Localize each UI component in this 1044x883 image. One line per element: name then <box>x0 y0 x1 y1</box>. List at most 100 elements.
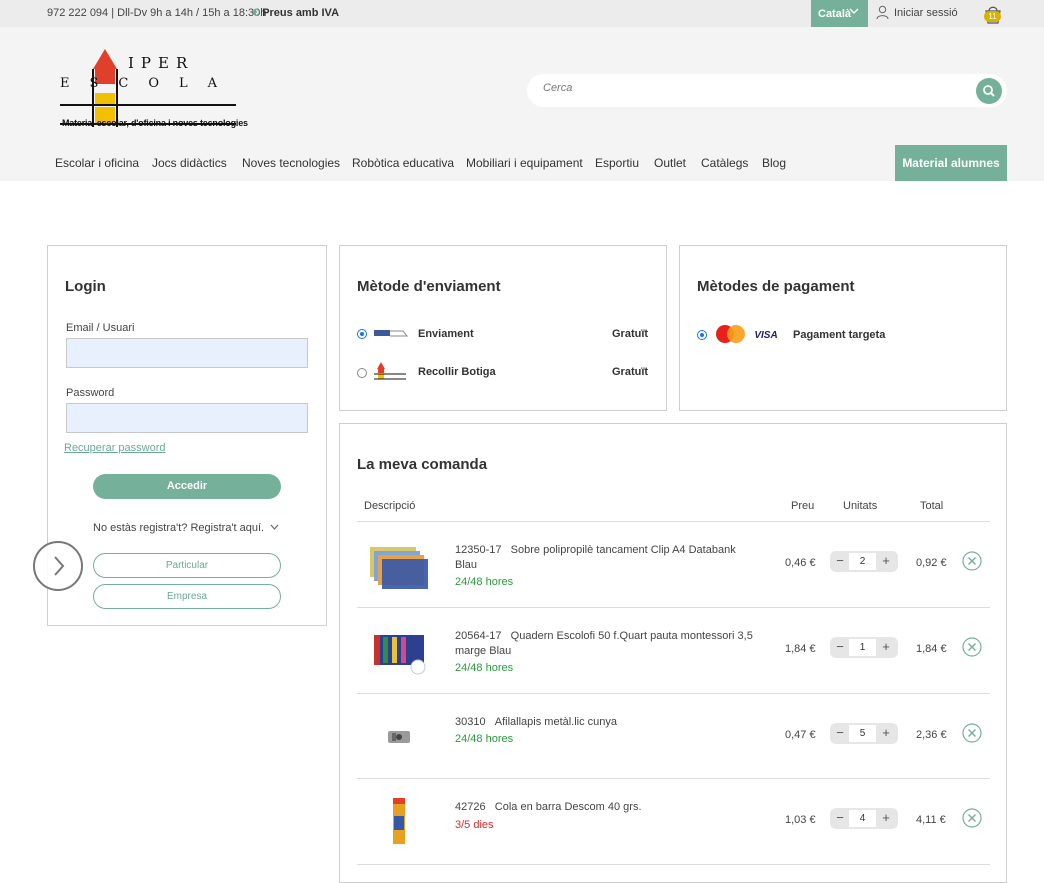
line-total: 1,84 € <box>916 643 947 655</box>
particular-button[interactable]: Particular <box>93 553 281 578</box>
product-code: 42726 <box>455 801 486 813</box>
nav-item-outlet[interactable]: Outlet <box>654 156 686 170</box>
decrement-button[interactable]: − <box>833 553 847 568</box>
nav-item-mobiliari-equipament[interactable]: Mobiliari i equipament <box>466 156 583 170</box>
product-image <box>393 798 405 844</box>
unit-price: 0,46 € <box>785 557 816 569</box>
chevron-down-icon <box>849 8 859 14</box>
nav-item-esportiu[interactable]: Esportiu <box>595 156 639 170</box>
product-image <box>374 635 426 675</box>
order-title: La meva comanda <box>357 456 488 473</box>
material-alumnes-button[interactable]: Material alumnes <box>895 145 1007 181</box>
chevron-down-icon <box>270 524 279 530</box>
product-image <box>388 731 410 743</box>
logo-tagline: Material escolar, d'oficina i noves tecn… <box>62 118 248 128</box>
remove-item-icon[interactable] <box>962 637 982 657</box>
nav-item-catalegs[interactable]: Catàlegs <box>701 156 748 170</box>
email-label: Email / Usuari <box>66 322 135 334</box>
nav-item-noves-tecnologies[interactable]: Noves tecnologies <box>242 156 340 170</box>
quantity-stepper: − 4 + <box>830 808 898 829</box>
nav-item-jocs-didactics[interactable]: Jocs didàctics <box>152 156 227 170</box>
shipping-price-recollir: Gratuït <box>612 366 649 378</box>
shipping-radio-enviament[interactable] <box>357 329 367 339</box>
payment-label-card: Pagament targeta <box>793 329 886 341</box>
increment-button[interactable]: + <box>879 810 893 825</box>
order-row: 30310 Afilallapis metàl.lic cunya 24/48 … <box>340 693 1008 779</box>
order-row: 20564-17 Quadern Escolofi 50 f.Quart pau… <box>340 607 1008 693</box>
unit-price: 1,84 € <box>785 643 816 655</box>
logo-text-iper: IPER <box>128 54 195 72</box>
order-panel: La meva comanda Descripció Preu Unitats … <box>339 423 1007 883</box>
search-input[interactable] <box>543 82 943 94</box>
login-link[interactable]: Iniciar sessió <box>876 5 958 23</box>
language-label: Català <box>818 8 852 20</box>
line-total: 4,11 € <box>916 814 946 826</box>
password-label: Password <box>66 387 115 399</box>
product-code: 30310 <box>455 716 486 728</box>
product-description: 42726 Cola en barra Descom 40 grs. <box>455 800 755 815</box>
increment-button[interactable]: + <box>879 553 893 568</box>
remove-item-icon[interactable] <box>962 551 982 571</box>
nav-item-blog[interactable]: Blog <box>762 156 786 170</box>
search-box <box>527 74 1007 107</box>
shipping-title: Mètode d'enviament <box>357 278 501 295</box>
decrement-button[interactable]: − <box>833 810 847 825</box>
line-total: 0,92 € <box>916 557 947 569</box>
shipping-label-enviament: Enviament <box>418 328 474 340</box>
product-description: 30310 Afilallapis metàl.lic cunya <box>455 715 755 730</box>
payment-title: Mètodes de pagament <box>697 278 855 295</box>
shipping-radio-recollir[interactable] <box>357 368 367 378</box>
top-bar: 972 222 094 | Dll-Dv 9h a 14h / 15h a 18… <box>0 0 1044 27</box>
register-toggle[interactable]: No estàs registra't? Registra't aquí. <box>93 522 279 534</box>
search-button[interactable] <box>976 78 1002 104</box>
register-prompt: No estàs registra't? Registra't aquí. <box>93 522 265 534</box>
carrier-logo-icon <box>374 330 409 337</box>
payment-radio-card[interactable] <box>697 330 707 340</box>
unit-price: 0,47 € <box>785 729 816 741</box>
iva-indicator: € Preus amb IVA <box>253 7 339 19</box>
availability-text: 3/5 dies <box>455 819 494 831</box>
quantity-value[interactable]: 5 <box>849 725 876 742</box>
decrement-button[interactable]: − <box>833 639 847 654</box>
quantity-value[interactable]: 1 <box>849 639 876 656</box>
divider <box>357 864 990 865</box>
shipping-panel: Mètode d'enviament Enviament Gratuït Rec… <box>339 245 667 411</box>
mastercard-icon <box>716 325 745 343</box>
login-title: Login <box>65 278 106 295</box>
product-code: 20564-17 <box>455 630 502 642</box>
unit-price: 1,03 € <box>785 814 816 826</box>
availability-text: 24/48 hores <box>455 662 514 674</box>
shipping-price-enviament: Gratuït <box>612 328 649 340</box>
quantity-value[interactable]: 4 <box>849 810 876 827</box>
order-row: 12350-17 Sobre polipropilè tancament Cli… <box>340 521 1008 607</box>
column-header-total: Total <box>920 500 944 512</box>
site-header: IPER ESCOLA Material escolar, d'oficina … <box>0 27 1044 181</box>
quantity-value[interactable]: 2 <box>849 553 876 570</box>
search-icon <box>983 85 995 97</box>
next-arrow-button[interactable] <box>33 541 83 591</box>
cart-count-badge: 11 <box>984 11 1001 22</box>
product-description: 20564-17 Quadern Escolofi 50 f.Quart pau… <box>455 629 755 659</box>
empresa-button[interactable]: Empresa <box>93 584 281 609</box>
visa-icon: VISA <box>752 327 780 341</box>
increment-button[interactable]: + <box>879 639 893 654</box>
login-submit-button[interactable]: Accedir <box>93 474 281 499</box>
remove-item-icon[interactable] <box>962 808 982 828</box>
nav-item-escolar-oficina[interactable]: Escolar i oficina <box>55 156 139 170</box>
euro-icon: € <box>253 7 260 19</box>
increment-button[interactable]: + <box>879 725 893 740</box>
decrement-button[interactable]: − <box>833 725 847 740</box>
email-field[interactable] <box>66 338 308 368</box>
login-panel: Login Email / Usuari Password Recuperar … <box>47 245 327 626</box>
password-field[interactable] <box>66 403 308 433</box>
login-label: Iniciar sessió <box>894 7 958 19</box>
remove-item-icon[interactable] <box>962 723 982 743</box>
nav-item-robotica-educativa[interactable]: Robòtica educativa <box>352 156 454 170</box>
column-header-description: Descripció <box>364 500 416 512</box>
column-header-price: Preu <box>791 500 815 512</box>
column-header-units: Unitats <box>843 500 878 512</box>
language-selector[interactable]: Català <box>811 0 868 27</box>
contact-info: 972 222 094 | Dll-Dv 9h a 14h / 15h a 18… <box>47 7 267 19</box>
availability-text: 24/48 hores <box>455 576 514 588</box>
recover-password-link[interactable]: Recuperar password <box>64 442 166 454</box>
